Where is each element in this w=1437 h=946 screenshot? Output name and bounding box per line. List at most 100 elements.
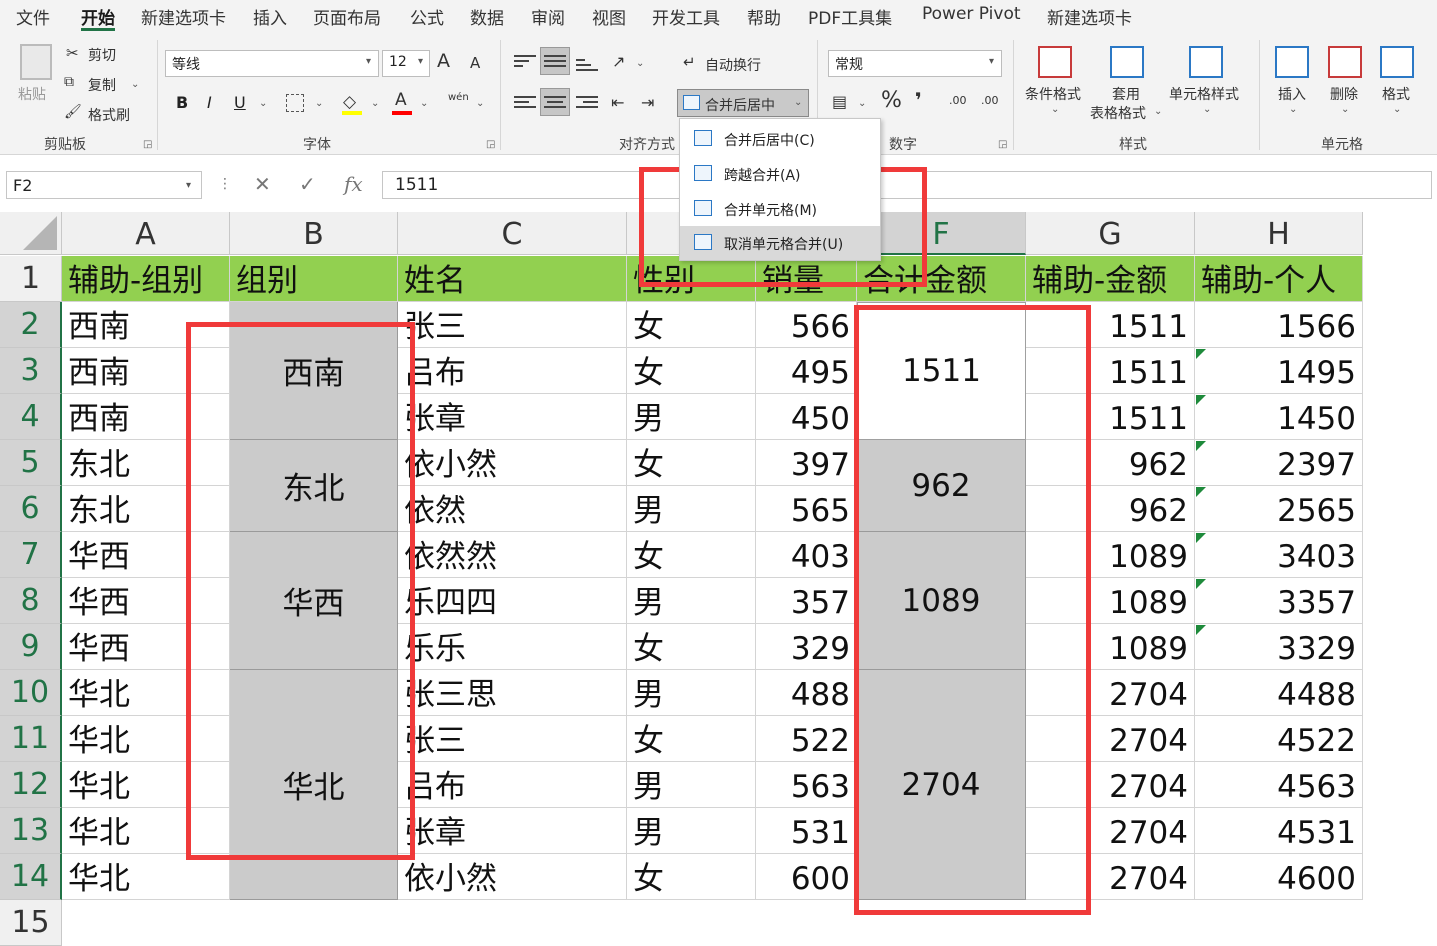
table-cell[interactable]: 3403 — [1195, 532, 1363, 578]
fill-color-icon[interactable]: ◇ — [343, 92, 356, 112]
row-header-3[interactable]: 3 — [0, 348, 62, 394]
row-header-5[interactable]: 5 — [0, 440, 62, 486]
header-cell[interactable]: 辅助-组别 — [62, 256, 230, 302]
grow-font-button[interactable]: A — [437, 50, 450, 72]
table-cell[interactable]: 522 — [756, 716, 857, 762]
row-header-9[interactable]: 9 — [0, 624, 62, 670]
table-cell[interactable]: 600 — [756, 854, 857, 900]
row-header-2[interactable]: 2 — [0, 302, 62, 348]
delete-cells-icon[interactable] — [1328, 46, 1362, 78]
chevron-down-icon[interactable]: ⌄ — [1203, 104, 1211, 115]
table-cell[interactable]: 乐乐 — [398, 624, 627, 670]
header-cell[interactable]: 组别 — [230, 256, 398, 302]
align-left-icon[interactable] — [514, 93, 536, 111]
table-cell[interactable]: 1450 — [1195, 394, 1363, 440]
table-cell[interactable]: 329 — [756, 624, 857, 670]
dialog-launcher-icon[interactable]: ◲ — [143, 139, 152, 150]
row-header-8[interactable]: 8 — [0, 578, 62, 624]
header-cell[interactable]: 辅助-个人 — [1195, 256, 1363, 302]
chevron-down-icon[interactable]: ⌄ — [1154, 106, 1162, 117]
row-header-13[interactable]: 13 — [0, 808, 62, 854]
chevron-down-icon[interactable]: ⌄ — [1051, 104, 1059, 115]
align-top-icon[interactable] — [514, 52, 536, 70]
cancel-icon[interactable]: ✕ — [254, 172, 271, 196]
table-cell[interactable]: 女 — [627, 440, 756, 486]
menu-page-layout[interactable]: 页面布局 — [313, 4, 381, 29]
table-format-icon[interactable] — [1110, 46, 1144, 78]
table-cell[interactable]: 张章 — [398, 808, 627, 854]
format-painter-button[interactable]: 格式刷 — [88, 105, 130, 125]
menu-insert[interactable]: 插入 — [253, 4, 287, 29]
menu-new-tab-2[interactable]: 新建选项卡 — [1047, 4, 1132, 29]
align-center-icon[interactable] — [544, 93, 566, 111]
header-cell[interactable]: 姓名 — [398, 256, 627, 302]
row-header-10[interactable]: 10 — [0, 670, 62, 716]
menu-file[interactable]: 文件 — [16, 4, 50, 29]
format-cells-button[interactable]: 格式 — [1382, 84, 1410, 104]
chevron-down-icon[interactable]: ⌄ — [1393, 104, 1401, 115]
dialog-launcher-icon[interactable]: ◲ — [486, 139, 495, 150]
chevron-down-icon[interactable]: ⌄ — [1289, 104, 1297, 115]
table-cell[interactable]: 依然 — [398, 486, 627, 532]
menu-item-unmerge-cells[interactable]: 取消单元格合并(U) — [680, 226, 880, 260]
table-cell[interactable]: 531 — [756, 808, 857, 854]
insert-cells-button[interactable]: 插入 — [1278, 84, 1306, 104]
table-cell[interactable]: 397 — [756, 440, 857, 486]
table-cell[interactable]: 张三 — [398, 716, 627, 762]
menu-developer[interactable]: 开发工具 — [652, 4, 720, 29]
menu-help[interactable]: 帮助 — [747, 4, 781, 29]
table-cell[interactable]: 357 — [756, 578, 857, 624]
italic-button[interactable]: I — [207, 93, 212, 112]
chevron-down-icon[interactable]: ⌄ — [420, 98, 428, 109]
menu-item-merge-center[interactable]: 合并后居中(C) — [680, 122, 880, 156]
header-cell[interactable]: 辅助-金额 — [1026, 256, 1195, 302]
select-all-button[interactable] — [0, 212, 62, 255]
menu-review[interactable]: 审阅 — [531, 4, 565, 29]
chevron-down-icon[interactable]: ⌄ — [315, 98, 323, 109]
row-header-15[interactable]: 15 — [0, 900, 62, 946]
cell-styles-icon[interactable] — [1189, 46, 1223, 78]
row-header-12[interactable]: 12 — [0, 762, 62, 808]
paste-button[interactable]: 粘贴 — [18, 84, 46, 104]
chevron-down-icon[interactable]: ⌄ — [1341, 104, 1349, 115]
table-cell[interactable]: 张章 — [398, 394, 627, 440]
row-header-14[interactable]: 14 — [0, 854, 62, 900]
delete-cells-button[interactable]: 删除 — [1330, 84, 1358, 104]
number-format-select[interactable]: 常规 — [828, 50, 1002, 77]
table-cell[interactable]: 女 — [627, 854, 756, 900]
table-cell[interactable]: 华北 — [62, 854, 230, 900]
chevron-down-icon[interactable]: ▾ — [418, 56, 423, 67]
menu-home[interactable]: 开始 — [81, 4, 115, 29]
font-name-select[interactable]: 等线 — [165, 50, 379, 77]
phonetic-button[interactable]: wén — [448, 92, 469, 103]
decrease-decimal-button[interactable]: .00 — [981, 94, 999, 107]
enter-icon[interactable]: ✓ — [299, 172, 316, 196]
table-cell[interactable]: 403 — [756, 532, 857, 578]
table-cell[interactable]: 4563 — [1195, 762, 1363, 808]
table-cell[interactable]: 女 — [627, 716, 756, 762]
row-header-7[interactable]: 7 — [0, 532, 62, 578]
table-cell[interactable]: 450 — [756, 394, 857, 440]
table-cell[interactable]: 495 — [756, 348, 857, 394]
chevron-down-icon[interactable]: ⌄ — [131, 79, 139, 90]
table-cell[interactable]: 女 — [627, 302, 756, 348]
table-cell[interactable]: 4600 — [1195, 854, 1363, 900]
table-cell[interactable]: 男 — [627, 486, 756, 532]
table-cell[interactable]: 1566 — [1195, 302, 1363, 348]
font-color-icon[interactable]: A — [395, 90, 407, 110]
align-middle-icon[interactable] — [544, 52, 566, 70]
column-header-b[interactable]: B — [230, 212, 398, 255]
table-cell[interactable]: 张三 — [398, 302, 627, 348]
table-cell[interactable]: 吕布 — [398, 348, 627, 394]
cut-button[interactable]: 剪切 — [88, 45, 116, 65]
table-cell[interactable]: 3357 — [1195, 578, 1363, 624]
align-right-icon[interactable] — [576, 93, 598, 111]
copy-button[interactable]: 复制 — [88, 75, 116, 95]
wrap-text-button[interactable]: 自动换行 — [705, 55, 761, 75]
accounting-format-icon[interactable]: ▤ — [832, 92, 847, 111]
orientation-icon[interactable]: ↗ — [612, 52, 625, 71]
percent-button[interactable]: % — [881, 88, 902, 113]
column-header-h[interactable]: H — [1195, 212, 1363, 255]
table-format-button[interactable]: 套用 — [1112, 84, 1140, 104]
menu-formulas[interactable]: 公式 — [410, 4, 444, 29]
